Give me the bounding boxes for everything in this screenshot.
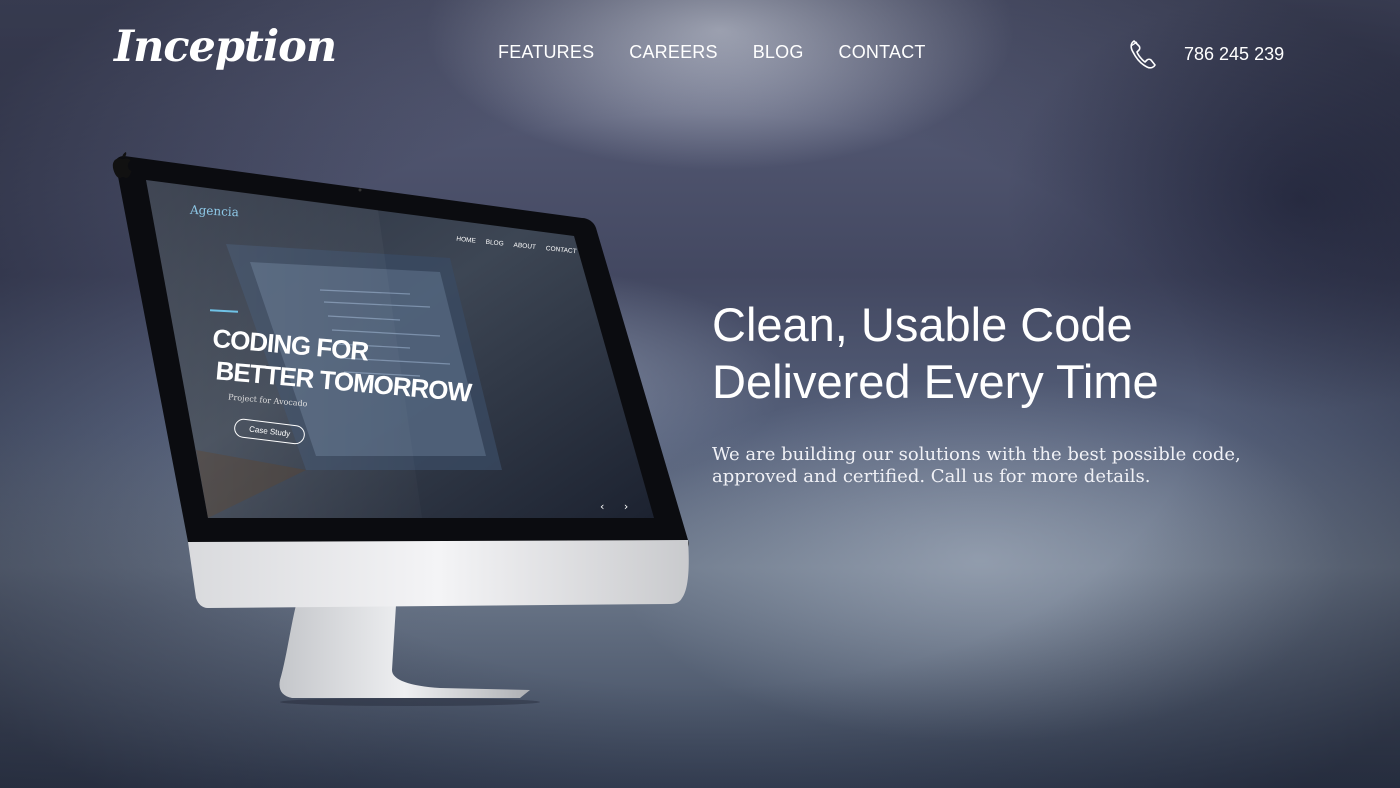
nav-blog[interactable]: BLOG	[753, 42, 804, 63]
hero-description-line1: We are building our solutions with the b…	[712, 444, 1241, 465]
monitor-mockup: Agencia HOME BLOG ABOUT CONTACT CODING F…	[110, 150, 695, 710]
main-nav: FEATURES CAREERS BLOG CONTACT	[498, 42, 926, 63]
hero-description: We are building our solutions with the b…	[712, 444, 1252, 488]
hero-title: Clean, Usable Code Delivered Every Time	[712, 296, 1312, 410]
phone-icon[interactable]	[1128, 38, 1158, 70]
apple-icon	[112, 152, 132, 178]
nav-features[interactable]: FEATURES	[498, 42, 594, 63]
hero-description-line2: approved and certified. Call us for more…	[712, 466, 1151, 487]
monitor-illustration	[115, 156, 689, 706]
site-logo[interactable]: Inception	[114, 22, 337, 72]
phone-number[interactable]: 786 245 239	[1184, 44, 1284, 65]
hero-title-line1: Clean, Usable Code	[712, 298, 1133, 351]
nav-careers[interactable]: CAREERS	[629, 42, 717, 63]
mockup-brand: Agencia	[189, 202, 240, 220]
nav-contact[interactable]: CONTACT	[839, 42, 926, 63]
hero-title-line2: Delivered Every Time	[712, 355, 1159, 408]
mockup-slider-arrows: ‹ ›	[600, 500, 637, 513]
